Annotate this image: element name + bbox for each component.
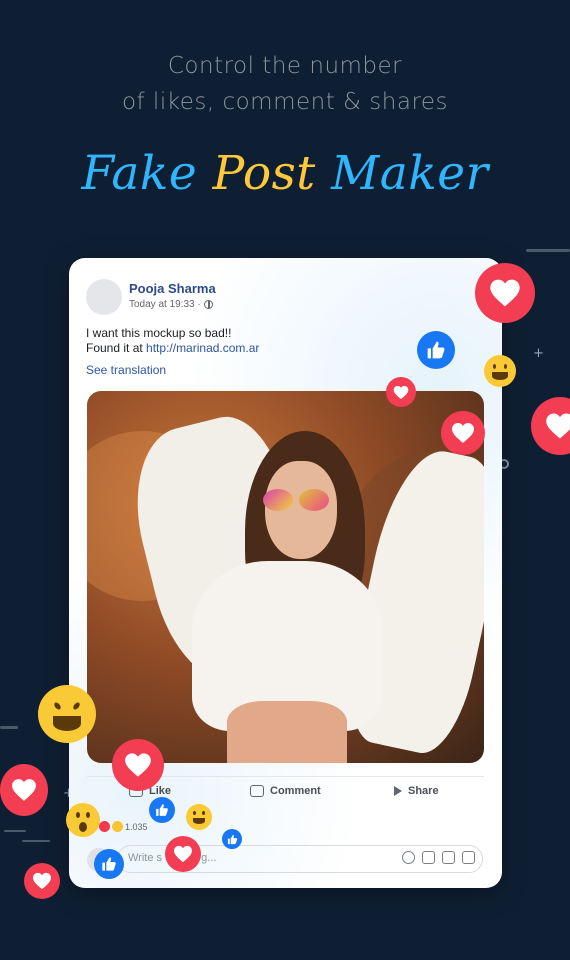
photo-lens bbox=[299, 489, 329, 511]
floating-haha-emoji-icon bbox=[186, 804, 212, 830]
comment-placeholder-start: Write s bbox=[128, 852, 163, 864]
post-link[interactable]: http://marinad.com.ar bbox=[146, 341, 259, 355]
heart-icon bbox=[124, 752, 152, 778]
floating-wow-emoji-icon bbox=[66, 803, 100, 837]
post-time-text: Today at 19:33 · bbox=[129, 299, 201, 310]
emoji-eye bbox=[504, 364, 507, 369]
heart-icon bbox=[489, 278, 521, 308]
heart-mini-icon bbox=[99, 821, 110, 832]
floating-like-icon bbox=[149, 797, 175, 823]
floating-like-icon bbox=[94, 849, 124, 879]
heart-icon bbox=[451, 422, 475, 444]
thumbs-up-icon bbox=[426, 340, 446, 360]
emoji-eye bbox=[193, 811, 196, 815]
sticker-icon[interactable] bbox=[462, 851, 475, 864]
floating-haha-emoji-icon bbox=[484, 355, 516, 387]
camera-icon[interactable] bbox=[422, 851, 435, 864]
floating-heart-icon bbox=[531, 397, 570, 455]
see-translation-link[interactable]: See translation bbox=[86, 363, 166, 377]
like-label: Like bbox=[149, 785, 172, 797]
emoji-mouth bbox=[79, 822, 87, 832]
emoji-eye bbox=[76, 812, 80, 818]
floating-like-icon bbox=[222, 829, 242, 849]
post-photo[interactable] bbox=[87, 391, 484, 763]
emoji-eye bbox=[86, 812, 90, 818]
emoji-eye bbox=[53, 701, 62, 711]
floating-haha-emoji-icon bbox=[38, 685, 96, 743]
floating-heart-icon bbox=[475, 263, 535, 323]
reaction-count: 1.035 bbox=[125, 821, 148, 832]
thumbs-up-icon bbox=[101, 856, 117, 872]
floating-heart-icon bbox=[165, 836, 201, 872]
subtitle-line-2: of likes, comment & shares bbox=[121, 89, 449, 115]
heart-icon bbox=[173, 845, 193, 863]
promo-subtitle: Control the number of likes, comment & s… bbox=[0, 48, 570, 120]
heart-icon bbox=[11, 778, 37, 802]
comment-label: Comment bbox=[270, 785, 321, 797]
floating-heart-icon bbox=[441, 411, 485, 455]
title-word-fake: Fake bbox=[81, 146, 198, 201]
comment-tools bbox=[402, 851, 475, 864]
decor-line bbox=[526, 249, 570, 252]
thumbs-up-icon bbox=[155, 803, 169, 817]
title-word-post: Post bbox=[212, 146, 316, 201]
emoji-eye bbox=[72, 701, 81, 711]
share-icon bbox=[394, 786, 402, 796]
emoji-mouth bbox=[492, 372, 508, 380]
post-time: Today at 19:33 · bbox=[129, 299, 213, 310]
floating-heart-icon bbox=[24, 863, 60, 899]
decor-line bbox=[22, 840, 50, 842]
promo-title: Fake Post Maker bbox=[0, 143, 570, 205]
decor-plus: + bbox=[533, 346, 544, 361]
avatar[interactable] bbox=[86, 279, 122, 315]
gif-icon[interactable] bbox=[442, 851, 455, 864]
comment-icon bbox=[250, 785, 264, 797]
post-text: I want this mockup so bad!! Found it at … bbox=[86, 326, 259, 356]
post-text-line-1: I want this mockup so bad!! bbox=[86, 326, 232, 340]
emoji-icon[interactable] bbox=[402, 851, 415, 864]
post-text-prefix: Found it at bbox=[86, 341, 147, 355]
photo-sunglasses bbox=[263, 489, 343, 511]
share-label: Share bbox=[408, 785, 439, 797]
floating-heart-icon bbox=[112, 739, 164, 791]
haha-mini-icon bbox=[112, 821, 123, 832]
emoji-eye bbox=[493, 364, 496, 369]
comment-placeholder-end: g... bbox=[201, 852, 217, 864]
decor-line bbox=[4, 830, 26, 832]
heart-icon bbox=[393, 385, 409, 400]
thumbs-up-icon bbox=[227, 834, 238, 845]
emoji-mouth bbox=[53, 716, 81, 731]
heart-icon bbox=[32, 872, 52, 890]
globe-icon bbox=[203, 300, 213, 309]
author-name[interactable]: Pooja Sharma bbox=[129, 281, 216, 296]
floating-heart-icon bbox=[386, 377, 416, 407]
emoji-eye bbox=[202, 811, 205, 815]
photo-lens bbox=[263, 489, 293, 511]
floating-like-icon bbox=[417, 331, 455, 369]
comment-button[interactable]: Comment bbox=[250, 785, 321, 797]
post-text-line-2: Found it at http://marinad.com.ar bbox=[86, 341, 259, 356]
emoji-mouth bbox=[193, 818, 205, 824]
subtitle-line-1: Control the number bbox=[167, 53, 403, 79]
share-button[interactable]: Share bbox=[394, 785, 439, 797]
decor-line bbox=[0, 726, 18, 729]
title-word-maker: Maker bbox=[331, 146, 489, 201]
photo-waist bbox=[227, 701, 347, 763]
reaction-summary[interactable]: 1.035 bbox=[99, 821, 148, 832]
heart-icon bbox=[545, 412, 570, 440]
floating-heart-icon bbox=[0, 764, 48, 816]
